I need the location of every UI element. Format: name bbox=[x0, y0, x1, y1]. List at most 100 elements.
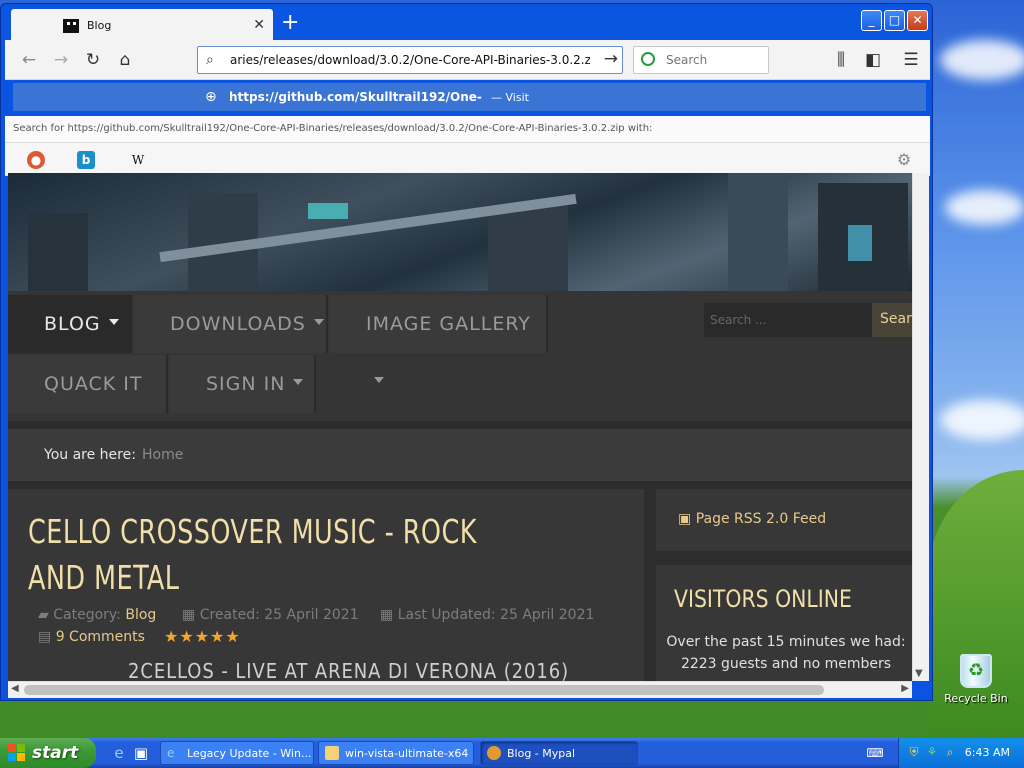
address-bar[interactable]: ⌕ aries/releases/download/3.0.2/One-Core… bbox=[197, 46, 623, 74]
scroll-down-arrow-icon[interactable]: ▼ bbox=[915, 668, 923, 679]
updated-date: Last Updated: 25 April 2021 bbox=[397, 607, 595, 623]
task-label: Legacy Update - Win... bbox=[187, 747, 312, 760]
go-arrow-icon[interactable]: → bbox=[604, 49, 618, 69]
vertical-scrollbar[interactable]: ▼ bbox=[912, 173, 929, 681]
reload-icon[interactable]: ↻ bbox=[81, 48, 105, 72]
bing-icon[interactable]: b bbox=[77, 151, 95, 169]
article-created: ▦ Created: 25 April 2021 bbox=[182, 607, 359, 623]
search-for-prefix: Search for bbox=[13, 123, 65, 134]
banner-building bbox=[728, 173, 788, 291]
menu-sign-in[interactable]: SIGN IN bbox=[170, 355, 316, 413]
one-off-search-engines: ● b W ⚙ bbox=[5, 142, 930, 176]
mypal-icon bbox=[487, 746, 501, 760]
site-banner bbox=[8, 173, 912, 291]
internet-explorer-icon[interactable]: e bbox=[110, 744, 128, 762]
wikipedia-icon[interactable]: W bbox=[129, 151, 147, 169]
chevron-down-icon bbox=[293, 379, 304, 385]
banner-building bbox=[28, 213, 88, 291]
home-icon[interactable]: ⌂ bbox=[113, 48, 137, 72]
scroll-left-arrow-icon[interactable]: ◀ bbox=[11, 683, 19, 694]
created-date: Created: 25 April 2021 bbox=[199, 607, 359, 623]
page-viewport: BLOG DOWNLOADS IMAGE GALLERY QUACK IT SI… bbox=[8, 173, 912, 681]
site-favicon-icon bbox=[63, 19, 79, 33]
menu-image-gallery[interactable]: IMAGE GALLERY bbox=[330, 295, 548, 383]
tab-blog[interactable]: Blog ✕ bbox=[11, 9, 273, 42]
task-label: Blog - Mypal bbox=[507, 747, 576, 760]
close-window-button[interactable]: ✕ bbox=[907, 10, 928, 31]
article-comments: ▤ 9 Comments bbox=[38, 629, 145, 645]
article-title[interactable]: CELLO CROSSOVER MUSIC - ROCK AND METAL bbox=[28, 509, 510, 601]
desktop-cloud bbox=[945, 190, 1024, 225]
taskbar: start e ▣ e Legacy Update - Win... win-v… bbox=[0, 738, 1024, 768]
minimize-button[interactable]: _ bbox=[861, 10, 882, 31]
article-updated: ▦ Last Updated: 25 April 2021 bbox=[380, 607, 594, 623]
rss-link[interactable]: ▣ Page RSS 2.0 Feed bbox=[678, 511, 826, 527]
search-engine-icon bbox=[641, 52, 655, 66]
menu-blog-label: BLOG bbox=[44, 313, 101, 335]
recycle-bin-label: Recycle Bin bbox=[944, 692, 1008, 705]
address-text[interactable]: aries/releases/download/3.0.2/One-Core-A… bbox=[230, 53, 590, 67]
horizontal-scrollbar[interactable]: ◀ ▶ bbox=[8, 681, 912, 698]
duckduckgo-icon[interactable]: ● bbox=[27, 151, 45, 169]
browser-window: Blog ✕ + _ □ ✕ ← → ↻ ⌂ ⌕ aries/releases/… bbox=[0, 3, 933, 701]
search-for-row: Search for https://github.com/Skulltrail… bbox=[5, 116, 930, 142]
url-suggestion-row[interactable]: ⊕ https://github.com/Skulltrail192/One- … bbox=[13, 83, 926, 111]
article: CELLO CROSSOVER MUSIC - ROCK AND METAL ▰… bbox=[8, 489, 644, 681]
close-tab-icon[interactable]: ✕ bbox=[253, 17, 265, 33]
menu-image-gallery-label: IMAGE GALLERY bbox=[366, 313, 531, 335]
comment-icon: ▤ bbox=[38, 629, 52, 645]
chevron-down-icon bbox=[108, 319, 119, 325]
start-button[interactable]: start bbox=[0, 738, 96, 768]
system-tray: ⛨ ⚘ ⌕ 6:43 AM bbox=[898, 738, 1024, 768]
comments-link[interactable]: 9 Comments bbox=[56, 629, 145, 645]
maximize-button[interactable]: □ bbox=[884, 10, 905, 31]
menu-quack-it-label: QUACK IT bbox=[44, 373, 143, 395]
task-mypal[interactable]: Blog - Mypal bbox=[480, 741, 638, 765]
search-icon: ⌕ bbox=[206, 52, 214, 68]
keyboard-icon[interactable]: ⌨ bbox=[866, 744, 884, 762]
forward-icon[interactable]: → bbox=[49, 48, 73, 72]
desktop-cloud bbox=[940, 40, 1024, 80]
category-label: Category: bbox=[53, 607, 121, 623]
sidebar-icon[interactable]: ◧ bbox=[861, 48, 885, 72]
menu-blog[interactable]: BLOG bbox=[8, 295, 132, 353]
settings-gear-icon[interactable]: ⚙ bbox=[895, 151, 913, 169]
search-box[interactable]: Search bbox=[633, 46, 769, 74]
show-desktop-icon[interactable]: ▣ bbox=[132, 744, 150, 762]
site-search-button[interactable]: Sear bbox=[872, 303, 912, 337]
chevron-down-icon bbox=[313, 319, 324, 325]
clock[interactable]: 6:43 AM bbox=[965, 746, 1010, 759]
horizontal-scroll-thumb[interactable] bbox=[24, 685, 824, 695]
search-for-url: https://github.com/Skulltrail192/One-Cor… bbox=[67, 123, 625, 134]
search-tray-icon[interactable]: ⌕ bbox=[943, 745, 957, 759]
banner-sign bbox=[848, 225, 872, 261]
recycle-bin[interactable]: Recycle Bin bbox=[944, 654, 1008, 705]
task-legacy-update[interactable]: e Legacy Update - Win... bbox=[160, 741, 314, 765]
folder-icon bbox=[325, 746, 339, 760]
menu-downloads[interactable]: DOWNLOADS bbox=[134, 295, 328, 353]
back-icon[interactable]: ← bbox=[17, 48, 41, 72]
visitors-description: Over the past 15 minutes we had: bbox=[666, 634, 906, 650]
desktop-cloud bbox=[940, 400, 1024, 440]
rss-module: ▣ Page RSS 2.0 Feed bbox=[656, 489, 912, 551]
category-link[interactable]: Blog bbox=[125, 607, 156, 623]
folder-icon: ▰ bbox=[38, 607, 49, 623]
new-tab-icon[interactable]: + bbox=[281, 12, 299, 34]
shield-icon[interactable]: ⛨ bbox=[907, 745, 921, 759]
tab-title: Blog bbox=[87, 19, 112, 32]
search-for-suffix: with: bbox=[627, 123, 653, 134]
menu-icon[interactable]: ☰ bbox=[899, 48, 923, 72]
site-search-input[interactable]: Search ... bbox=[704, 303, 872, 337]
windows-flag-icon bbox=[8, 744, 26, 762]
navigation-toolbar: ← → ↻ ⌂ ⌕ aries/releases/download/3.0.2/… bbox=[5, 40, 930, 80]
scroll-right-arrow-icon[interactable]: ▶ bbox=[901, 683, 909, 694]
breadcrumb-home-link[interactable]: Home bbox=[142, 447, 183, 463]
breadcrumb-label: You are here: bbox=[44, 447, 136, 463]
star-rating[interactable]: ★★★★★ bbox=[164, 627, 241, 646]
menu-downloads-label: DOWNLOADS bbox=[170, 313, 306, 335]
library-icon[interactable]: ⫼ bbox=[829, 48, 853, 72]
visitors-module: VISITORS ONLINE Over the past 15 minutes… bbox=[656, 565, 912, 681]
menu-quack-it[interactable]: QUACK IT bbox=[8, 355, 168, 413]
network-icon[interactable]: ⚘ bbox=[925, 745, 939, 759]
task-vista[interactable]: win-vista-ultimate-x64 bbox=[318, 741, 474, 765]
